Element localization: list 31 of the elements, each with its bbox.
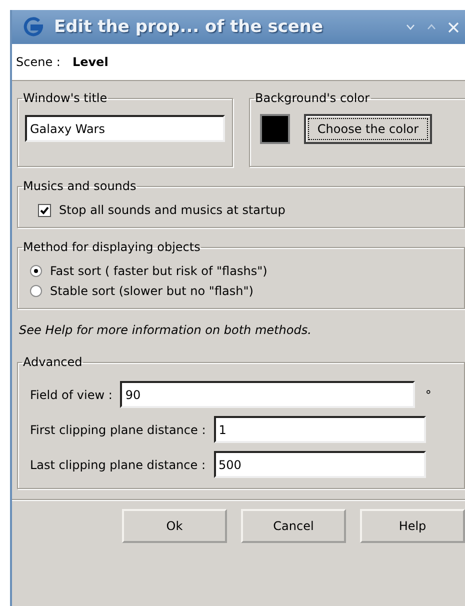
group-title: Musics and sounds [23,179,136,193]
help-note: See Help for more information on both methods. [19,323,312,337]
scene-name: Level [72,55,108,69]
radio-label: Fast sort ( faster but risk of "flashs") [50,264,268,278]
scene-label: Scene : [16,55,60,69]
group-title: Method for displaying objects [23,240,200,254]
unit-label: ° [425,388,432,402]
dialog-button[interactable]: Ok [122,509,227,543]
choose-color-button[interactable]: Choose the color [304,114,432,144]
app-logo-icon [22,17,44,37]
radio-label: Stable sort (slower but no "flash") [50,284,254,298]
group-title: Window's title [23,91,108,105]
radio-button[interactable] [30,265,42,277]
number-field[interactable]: 500 [214,451,426,478]
field-label: Field of view : [30,388,112,402]
minimize-icon[interactable] [406,24,415,30]
field-label: First clipping plane distance : [30,422,206,436]
checkbox[interactable] [38,204,51,216]
maximize-icon[interactable] [427,24,436,30]
field-label: Last clipping plane distance : [30,458,206,472]
group-title: Advanced [23,355,82,369]
window-title-field[interactable]: Galaxy Wars [25,115,225,142]
dialog-button[interactable]: Help [360,509,465,543]
checkbox-label: Stop all sounds and musics at startup [59,203,286,217]
window-title: Edit the prop... of the scene [54,17,324,37]
close-icon[interactable] [448,22,459,32]
dialog-button[interactable]: Cancel [241,509,346,543]
number-field[interactable]: 90 [120,381,416,408]
group-title: Background's color [255,91,370,105]
radio-button[interactable] [30,285,42,297]
number-field[interactable]: 1 [214,416,426,443]
